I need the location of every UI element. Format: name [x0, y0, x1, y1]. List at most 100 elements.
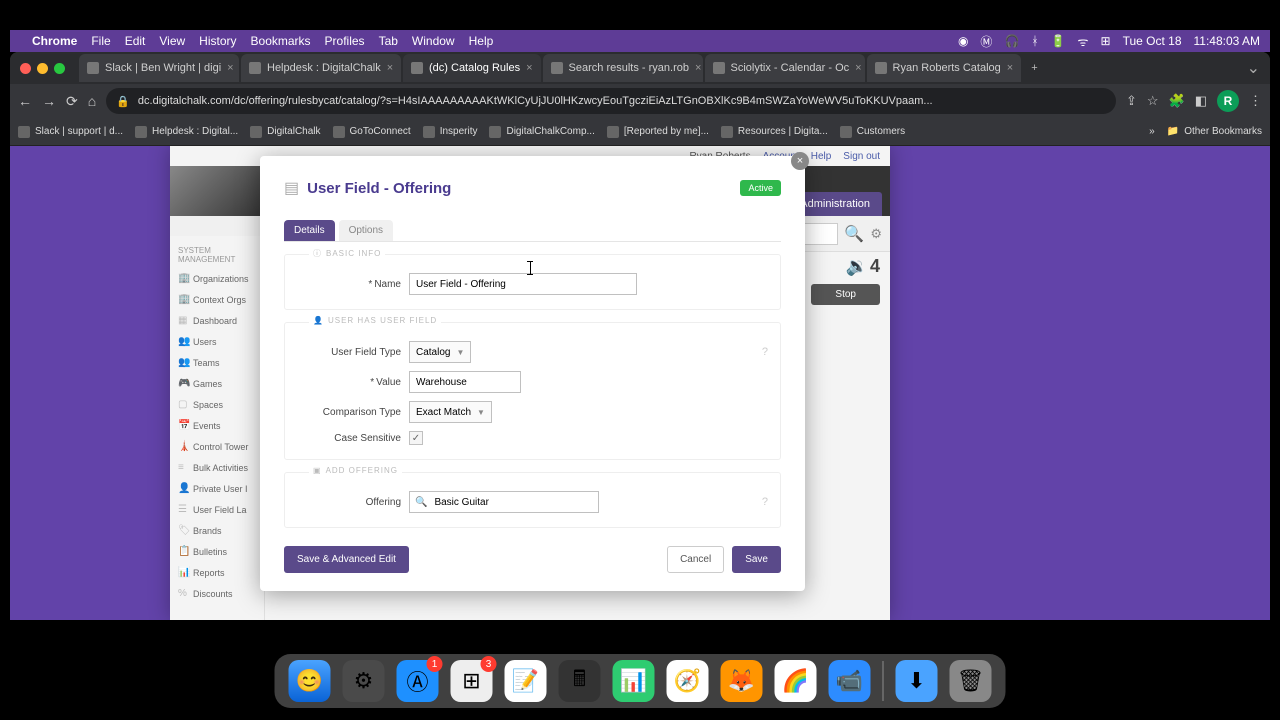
sidebar-item[interactable]: ☰User Field La [170, 499, 264, 520]
tab-options[interactable]: Options [339, 220, 393, 241]
sidebar-item[interactable]: 📊Reports [170, 562, 264, 583]
tab[interactable]: Sciolytix - Calendar - Oc× [705, 54, 865, 82]
name-input[interactable] [409, 273, 637, 295]
sidebar-item[interactable]: %Discounts [170, 583, 264, 604]
bookmark[interactable]: Resources | Digita... [721, 126, 828, 138]
zoom-icon[interactable] [54, 63, 65, 74]
menubar-time[interactable]: 11:48:03 AM [1194, 34, 1261, 48]
bookmark[interactable]: Customers [840, 126, 905, 138]
sidebar-item[interactable]: 🏢Context Orgs [170, 289, 264, 310]
minimize-icon[interactable] [37, 63, 48, 74]
close-tab-icon[interactable]: × [227, 62, 233, 74]
notes-icon[interactable]: 📝 [505, 660, 547, 702]
safari-icon[interactable]: 🧭 [667, 660, 709, 702]
menubar-date[interactable]: Tue Oct 18 [1123, 34, 1182, 48]
other-bookmarks[interactable]: 📁 Other Bookmarks [1167, 126, 1262, 137]
firefox-icon[interactable]: 🦊 [721, 660, 763, 702]
forward-icon[interactable]: → [42, 93, 56, 109]
help-icon[interactable]: ? [762, 346, 768, 358]
calculator-icon[interactable]: 🖩 [559, 660, 601, 702]
new-tab-button[interactable]: + [1023, 54, 1045, 82]
sidebar-item[interactable]: ▢Spaces [170, 394, 264, 415]
search-icon[interactable]: 🔍 [844, 224, 864, 244]
finder-icon[interactable]: 😊 [289, 660, 331, 702]
bookmark[interactable]: Helpdesk : Digital... [135, 126, 238, 138]
value-input[interactable] [409, 371, 521, 393]
bluetooth-icon[interactable]: ᚼ [1031, 34, 1038, 48]
extensions-icon[interactable]: 🧩 [1169, 93, 1185, 109]
save-button[interactable]: Save [732, 546, 781, 573]
sidebar-item[interactable]: 🗼Control Tower [170, 436, 264, 457]
help-icon[interactable]: ? [762, 496, 768, 508]
sidebar-item[interactable]: 👥Teams [170, 352, 264, 373]
bookmark[interactable]: [Reported by me]... [607, 126, 709, 138]
settings-icon[interactable]: ⚙ [343, 660, 385, 702]
kebab-menu-icon[interactable]: ⋮ [1249, 93, 1262, 109]
menu-profiles[interactable]: Profiles [325, 34, 365, 48]
comparison-dropdown[interactable]: Exact Match▼ [409, 401, 492, 423]
tab-active[interactable]: (dc) Catalog Rules× [403, 54, 541, 82]
control-center-icon[interactable]: ⊞ [1101, 34, 1111, 48]
close-tab-icon[interactable]: × [1007, 62, 1013, 74]
tab-details[interactable]: Details [284, 220, 335, 241]
launchpad-icon[interactable]: ⊞3 [451, 660, 493, 702]
window-controls[interactable] [20, 63, 65, 74]
menu-history[interactable]: History [199, 34, 236, 48]
share-icon[interactable]: ⇪ [1126, 93, 1137, 109]
menu-bookmarks[interactable]: Bookmarks [251, 34, 311, 48]
close-icon[interactable] [20, 63, 31, 74]
address-bar[interactable]: 🔒 dc.digitalchalk.com/dc/offering/rulesb… [106, 88, 1116, 114]
appstore-icon[interactable]: Ⓐ1 [397, 660, 439, 702]
cancel-button[interactable]: Cancel [667, 546, 724, 573]
bookmark[interactable]: Insperity [423, 126, 478, 138]
save-advanced-button[interactable]: Save & Advanced Edit [284, 546, 409, 573]
numbers-icon[interactable]: 📊 [613, 660, 655, 702]
status-icon[interactable]: Ⓜ [980, 33, 992, 50]
case-sensitive-checkbox[interactable]: ✓ [409, 431, 423, 445]
profile-avatar[interactable]: R [1217, 90, 1239, 112]
menu-help[interactable]: Help [469, 34, 494, 48]
trash-icon[interactable]: 🗑 [950, 660, 992, 702]
close-tab-icon[interactable]: × [695, 62, 701, 74]
bookmark[interactable]: GoToConnect [333, 126, 411, 138]
gear-icon[interactable]: ⚙ [870, 226, 882, 242]
extension-icon[interactable]: ◧ [1195, 93, 1207, 109]
sidebar-item[interactable]: 👥Users [170, 331, 264, 352]
type-dropdown[interactable]: Catalog▼ [409, 341, 471, 363]
downloads-icon[interactable]: ⬇ [896, 660, 938, 702]
back-icon[interactable]: ← [18, 93, 32, 109]
tab-list-icon[interactable]: ⌄ [1247, 58, 1260, 78]
sidebar-item[interactable]: ▦Dashboard [170, 310, 264, 331]
home-icon[interactable]: ⌂ [88, 93, 96, 109]
sidebar-item[interactable]: 📋Bulletins [170, 541, 264, 562]
sidebar-item[interactable]: 🏢Organizations [170, 268, 264, 289]
sidebar-item[interactable]: ≡Bulk Activities [170, 457, 264, 478]
menu-view[interactable]: View [159, 34, 185, 48]
bookmark[interactable]: Slack | support | d... [18, 126, 123, 138]
sidebar-item[interactable]: 👤Private User I [170, 478, 264, 499]
sidebar-item[interactable]: 🎮Games [170, 373, 264, 394]
close-icon[interactable]: × [791, 152, 809, 170]
status-icon[interactable]: ◉ [958, 34, 968, 48]
menu-window[interactable]: Window [412, 34, 455, 48]
menu-file[interactable]: File [91, 34, 110, 48]
reload-icon[interactable]: ⟳ [66, 93, 78, 110]
headphones-icon[interactable]: 🎧 [1004, 34, 1019, 48]
sidebar-item[interactable]: 📅Events [170, 415, 264, 436]
bookmark[interactable]: DigitalChalk [250, 126, 320, 138]
bookmarks-overflow[interactable]: » [1149, 126, 1155, 137]
menu-tab[interactable]: Tab [379, 34, 398, 48]
tab[interactable]: Ryan Roberts Catalog× [867, 54, 1022, 82]
star-icon[interactable]: ☆ [1147, 93, 1159, 109]
bookmark[interactable]: DigitalChalkComp... [489, 126, 594, 138]
zoom-icon[interactable]: 📹 [829, 660, 871, 702]
close-tab-icon[interactable]: × [526, 62, 532, 74]
close-tab-icon[interactable]: × [387, 62, 393, 74]
app-name[interactable]: Chrome [32, 34, 77, 48]
tab[interactable]: Search results - ryan.rob× [543, 54, 703, 82]
signout-link[interactable]: Sign out [843, 151, 880, 162]
battery-icon[interactable]: 🔋 [1051, 34, 1066, 48]
close-tab-icon[interactable]: × [855, 62, 861, 74]
help-link[interactable]: Help [811, 151, 832, 162]
sidebar-item[interactable]: 🏷Brands [170, 520, 264, 541]
